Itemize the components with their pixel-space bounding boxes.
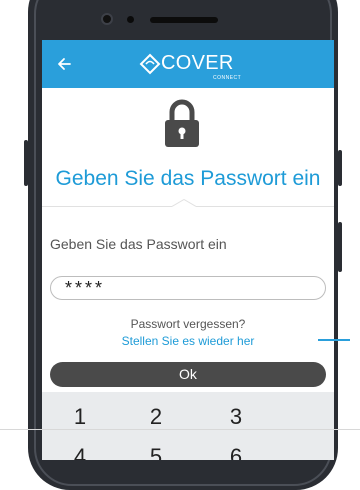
divider [42, 206, 172, 207]
logo-text: COVER [161, 52, 234, 74]
key-5[interactable]: 5 [126, 444, 186, 460]
key-4[interactable]: 4 [50, 444, 110, 460]
password-input[interactable]: **** [50, 276, 326, 300]
phone-screen: COVER CONNECT Geben Sie das Passwort ein… [42, 40, 334, 460]
app-bar: COVER CONNECT [42, 40, 334, 88]
key-6[interactable]: 6 [206, 444, 266, 460]
forgot-password-text: Passwort vergessen? [130, 317, 246, 331]
floor-line [0, 429, 360, 430]
password-value: **** [65, 278, 106, 298]
key-3[interactable]: 3 [206, 404, 266, 430]
divider-notch-icon [172, 199, 196, 207]
reset-password-link[interactable]: Stellen Sie es wieder her [42, 334, 334, 348]
front-camera-icon [101, 13, 113, 25]
password-label: Geben Sie das Passwort ein [50, 236, 227, 252]
phone-side-button [338, 222, 342, 272]
divider [196, 206, 334, 207]
key-1[interactable]: 1 [50, 404, 110, 430]
phone-side-button [338, 150, 342, 186]
earpiece-speaker [150, 17, 218, 23]
arrow-left-icon[interactable] [54, 54, 74, 74]
ok-button[interactable]: Ok [50, 362, 326, 387]
accent-line [318, 339, 350, 341]
logo-subtext: CONNECT [213, 75, 242, 81]
page-title: Geben Sie das Passwort ein [55, 167, 321, 190]
sensor-icon [127, 16, 134, 23]
logo-mark-icon [139, 53, 161, 75]
lock-icon [165, 99, 199, 147]
phone-side-button [24, 140, 28, 186]
numeric-keypad: 1 2 3 4 5 6 [42, 392, 334, 460]
key-2[interactable]: 2 [126, 404, 186, 430]
